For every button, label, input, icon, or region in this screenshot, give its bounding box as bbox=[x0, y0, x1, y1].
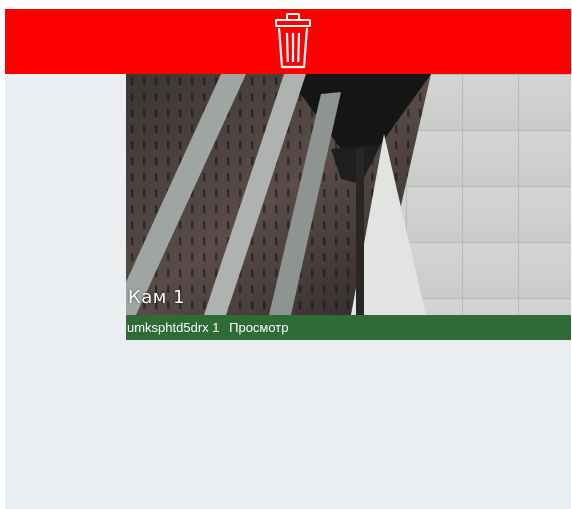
camera-tile[interactable]: Кам 1 umksphtd5drx 1 Просмотр bbox=[126, 74, 571, 340]
trash-can-icon[interactable] bbox=[273, 12, 313, 70]
delete-drop-zone[interactable] bbox=[5, 9, 571, 74]
camera-status-bar: umksphtd5drx 1 Просмотр bbox=[126, 315, 571, 340]
camera-feed-image bbox=[126, 74, 571, 315]
device-id: umksphtd5drx 1 bbox=[127, 320, 220, 335]
camera-mode: Просмотр bbox=[229, 320, 289, 335]
app-screen: Кам 1 umksphtd5drx 1 Просмотр bbox=[5, 9, 571, 509]
camera-name: Кам 1 bbox=[128, 287, 186, 308]
camera-feed[interactable]: Кам 1 bbox=[126, 74, 571, 315]
